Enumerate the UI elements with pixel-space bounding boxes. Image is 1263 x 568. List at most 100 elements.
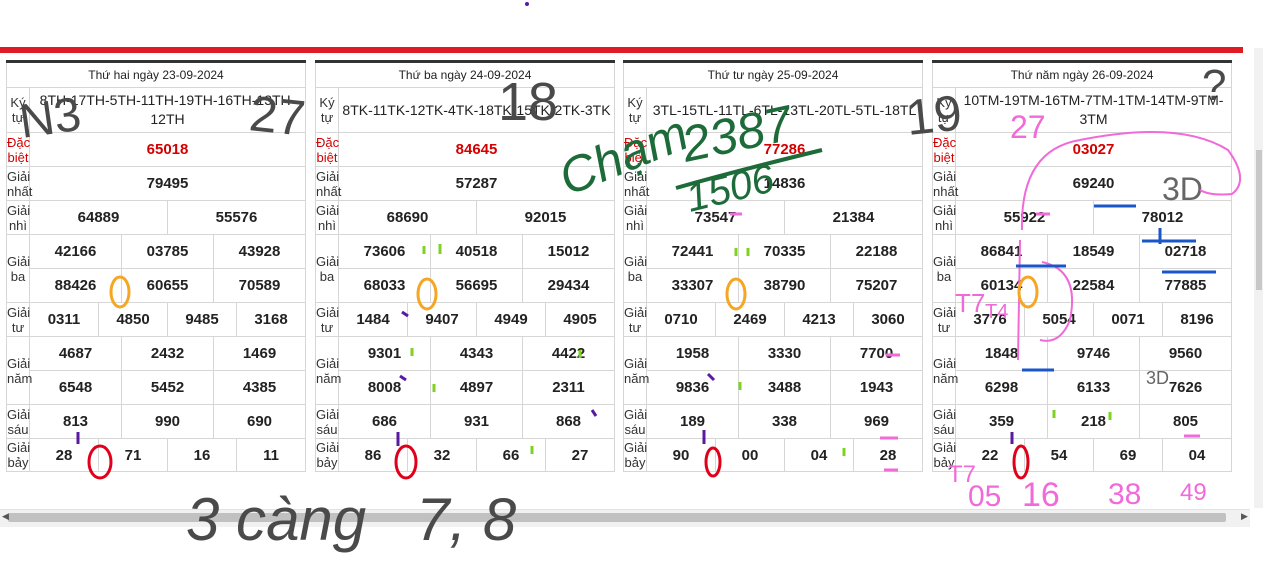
- giai-nam-value: 1958: [646, 336, 739, 371]
- scroll-right-arrow-icon[interactable]: ▶: [1241, 511, 1248, 522]
- giai-bay-value: 28: [853, 438, 923, 472]
- giai-tu-value: 8196: [1162, 302, 1232, 337]
- giai-sau-value: 969: [830, 404, 923, 439]
- giai-nam-label: Giải năm: [315, 336, 341, 405]
- giai-bay-value: 27: [545, 438, 615, 472]
- giai-nam-value: 6133: [1047, 370, 1140, 405]
- giai-nhi-value: 55576: [167, 200, 306, 235]
- giai-sau-label: Giải sáu: [6, 404, 31, 439]
- giai-tu-value: 1484: [338, 302, 408, 337]
- giai-bay-value: 28: [29, 438, 99, 472]
- giai-bay-value: 90: [646, 438, 716, 472]
- giai-nam-value: 9836: [646, 370, 739, 405]
- giai-nhi-value: 68690: [338, 200, 477, 235]
- giai-nam-value: 2432: [121, 336, 214, 371]
- giai-tu-label: Giải tư: [932, 302, 957, 337]
- giai-tu-value: 3168: [236, 302, 306, 337]
- giai-nhat-label: Giải nhất: [623, 166, 650, 201]
- result-table-mon: Thứ hai ngày 23-09-2024 Ký tự 8TH-17TH-5…: [6, 60, 306, 472]
- giai-nam-value: 9560: [1139, 336, 1232, 371]
- giai-nam-value: 9746: [1047, 336, 1140, 371]
- giai-ba-value: 70589: [213, 268, 306, 303]
- giai-bay-value: 86: [338, 438, 408, 472]
- giai-nam-value: 7626: [1139, 370, 1232, 405]
- giai-ba-value: 22584: [1047, 268, 1140, 303]
- giai-nam-value: 4385: [213, 370, 306, 405]
- giai-tu-value: 9407: [407, 302, 477, 337]
- note-pink-49: 49: [1180, 479, 1207, 506]
- result-table-tue: Thứ ba ngày 24-09-2024 Ký tự 8TK-11TK-12…: [315, 60, 615, 472]
- ky-tu-label: Ký tự: [623, 87, 647, 133]
- giai-ba-value: 15012: [522, 234, 615, 269]
- giai-nam-value: 6298: [955, 370, 1048, 405]
- dac-biet-value: 77286: [646, 132, 923, 167]
- giai-bay-value: 54: [1024, 438, 1094, 472]
- giai-sau-value: 931: [430, 404, 523, 439]
- giai-nam-value: 1469: [213, 336, 306, 371]
- stray-dot-mark: [525, 2, 529, 6]
- giai-bay-value: 22: [955, 438, 1025, 472]
- giai-nhi-label: Giải nhì: [315, 200, 340, 235]
- giai-nam-value: 3488: [738, 370, 831, 405]
- vertical-scroll-thumb[interactable]: [1256, 150, 1262, 290]
- giai-tu-value: 0710: [646, 302, 716, 337]
- giai-nam-value: 7700: [830, 336, 923, 371]
- giai-sau-label: Giải sáu: [315, 404, 340, 439]
- giai-tu-label: Giải tư: [623, 302, 648, 337]
- giai-nam-value: 2311: [522, 370, 615, 405]
- giai-tu-label: Giải tư: [6, 302, 31, 337]
- giai-sau-label: Giải sáu: [623, 404, 648, 439]
- giai-nam-value: 1943: [830, 370, 923, 405]
- giai-ba-value: 33307: [646, 268, 739, 303]
- giai-tu-value: 4213: [784, 302, 854, 337]
- giai-bay-value: 71: [98, 438, 168, 472]
- giai-ba-label: Giải ba: [6, 234, 30, 303]
- ky-tu-label: Ký tự: [932, 87, 956, 133]
- giai-sau-value: 359: [955, 404, 1048, 439]
- giai-ba-value: 43928: [213, 234, 306, 269]
- date-header: Thứ tư ngày 25-09-2024: [623, 60, 923, 88]
- giai-bay-value: 66: [476, 438, 546, 472]
- date-header: Thứ ba ngày 24-09-2024: [315, 60, 615, 88]
- giai-bay-label: Giải bảy: [315, 438, 340, 472]
- giai-nam-label: Giải năm: [932, 336, 958, 405]
- ky-tu-value: 8TK-11TK-12TK-4TK-18TK-15TK-2TK-3TK: [338, 87, 615, 133]
- giai-nam-value: 1848: [955, 336, 1048, 371]
- giai-nam-value: 5452: [121, 370, 214, 405]
- giai-nhi-value: 78012: [1093, 200, 1232, 235]
- giai-bay-value: 04: [784, 438, 854, 472]
- dac-biet-label: Đặc biệt: [315, 132, 340, 167]
- dac-biet-value: 65018: [29, 132, 306, 167]
- giai-tu-label: Giải tư: [315, 302, 340, 337]
- giai-sau-value: 218: [1047, 404, 1140, 439]
- giai-bay-label: Giải bảy: [932, 438, 957, 472]
- giai-sau-value: 868: [522, 404, 615, 439]
- dac-biet-label: Đặc biệt: [932, 132, 957, 167]
- giai-tu-value: 3776: [955, 302, 1025, 337]
- horizontal-scroll-thumb[interactable]: [8, 513, 1226, 522]
- giai-tu-value: 2469: [715, 302, 785, 337]
- giai-ba-value: 60134: [955, 268, 1048, 303]
- giai-nam-value: 6548: [29, 370, 122, 405]
- giai-nam-value: 8008: [338, 370, 431, 405]
- scroll-left-arrow-icon[interactable]: ◀: [2, 511, 9, 522]
- ky-tu-value: 10TM-19TM-16TM-7TM-1TM-14TM-9TM-3TM: [955, 87, 1232, 133]
- giai-nhat-label: Giải nhất: [932, 166, 959, 201]
- giai-nam-value: 9301: [338, 336, 431, 371]
- giai-nam-value: 4343: [430, 336, 523, 371]
- giai-ba-value: 02718: [1139, 234, 1232, 269]
- giai-bay-value: 11: [236, 438, 306, 472]
- giai-nhat-label: Giải nhất: [315, 166, 342, 201]
- giai-ba-value: 77885: [1139, 268, 1232, 303]
- giai-nam-value: 4897: [430, 370, 523, 405]
- giai-nhat-value: 57287: [338, 166, 615, 201]
- giai-nam-label: Giải năm: [623, 336, 649, 405]
- giai-tu-value: 4949: [476, 302, 546, 337]
- giai-sau-value: 338: [738, 404, 831, 439]
- giai-ba-value: 42166: [29, 234, 122, 269]
- giai-ba-value: 38790: [738, 268, 831, 303]
- giai-ba-value: 22188: [830, 234, 923, 269]
- giai-nhi-label: Giải nhì: [6, 200, 31, 235]
- giai-ba-value: 68033: [338, 268, 431, 303]
- giai-ba-value: 60655: [121, 268, 214, 303]
